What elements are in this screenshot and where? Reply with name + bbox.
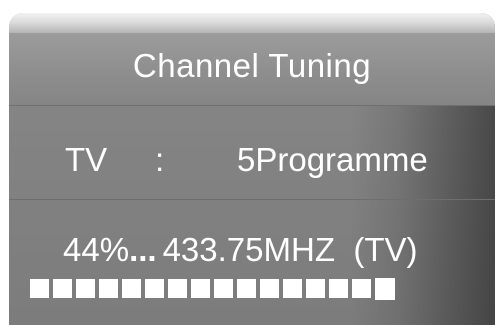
progress-segment (30, 279, 49, 298)
osd-title: Channel Tuning (132, 47, 372, 84)
progress-segment (168, 279, 187, 298)
tuning-progress-bar (30, 278, 395, 301)
progress-segment (352, 279, 371, 298)
progress-segment (191, 279, 210, 298)
source-separator: : (155, 141, 165, 178)
progress-segment (53, 279, 72, 298)
progress-segment (122, 279, 141, 298)
progress-segment (214, 279, 233, 298)
progress-segment (375, 278, 395, 300)
progress-segment (283, 279, 302, 298)
progress-segment (76, 279, 95, 298)
scan-ellipsis: ... (129, 231, 157, 268)
programme-name: 5Programme (237, 141, 428, 178)
frequency-value: 433.75MHZ (162, 231, 335, 268)
progress-segment (260, 279, 279, 298)
row-divider (9, 199, 495, 200)
progress-segment (306, 279, 325, 298)
top-bevel (9, 13, 495, 34)
scan-status: 44%... 433.75MHZ (TV) (63, 231, 418, 269)
channel-tuning-osd: Channel Tuning TV : 5Programme 44%... 433… (0, 0, 501, 325)
progress-segment (145, 279, 164, 298)
source-label: TV (65, 141, 108, 178)
progress-segment (329, 279, 348, 298)
scan-percent: 44% (63, 231, 130, 268)
progress-segment (237, 279, 256, 298)
progress-segment (99, 279, 118, 298)
band-label: (TV) (353, 231, 418, 268)
